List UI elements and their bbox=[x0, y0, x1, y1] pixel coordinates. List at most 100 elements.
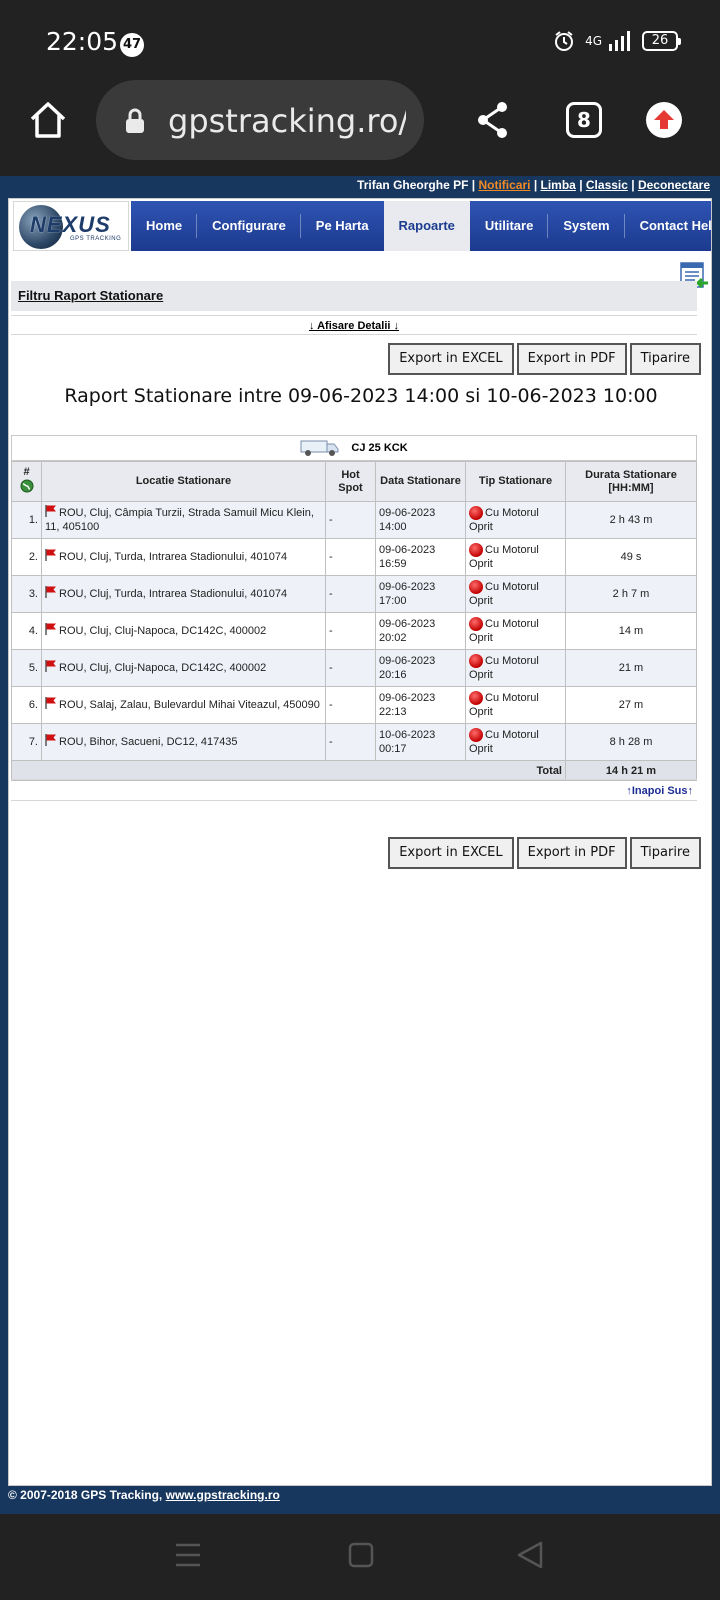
nav-pe-harta[interactable]: Pe Harta bbox=[301, 201, 384, 251]
alarm-icon bbox=[555, 31, 574, 51]
table-row[interactable]: 3. ROU, Cluj, Turda, Intrarea Stadionului… bbox=[11, 575, 697, 613]
share-icon[interactable] bbox=[475, 100, 511, 140]
user-name: Trifan Gheorghe PF bbox=[357, 178, 469, 192]
export-buttons-top: Export in EXCEL Export in PDF Tiparire bbox=[388, 343, 701, 375]
row-location[interactable]: ROU, Cluj, Cluj-Napoca, DC142C, 400002 bbox=[41, 649, 326, 687]
vehicle-row: CJ 25 KCK bbox=[11, 435, 697, 461]
row-duration: 2 h 7 m bbox=[565, 575, 697, 613]
header-durata[interactable]: Durata Stationare [HH:MM] bbox=[565, 461, 697, 502]
nav-utilitare[interactable]: Utilitare bbox=[470, 201, 549, 251]
row-location[interactable]: ROU, Cluj, Turda, Intrarea Stadionului, … bbox=[41, 575, 326, 613]
stop-icon bbox=[469, 580, 483, 594]
url-bar[interactable]: gpstracking.ro/rc bbox=[96, 80, 424, 160]
row-number: 6. bbox=[11, 686, 42, 724]
row-location[interactable]: ROU, Cluj, Cluj-Napoca, DC142C, 400002 bbox=[41, 612, 326, 650]
tab-count-button[interactable]: 8 bbox=[566, 102, 602, 138]
row-number: 1. bbox=[11, 501, 42, 539]
report-title: Raport Stationare intre 09-06-2023 14:00… bbox=[64, 385, 658, 407]
truck-icon bbox=[300, 440, 339, 457]
header-hot-spot[interactable]: Hot Spot bbox=[325, 461, 376, 502]
site-header: NEXUS GPS TRACKING Home Configurare Pe H… bbox=[11, 201, 711, 251]
row-type: Cu Motorul Oprit bbox=[465, 649, 566, 687]
row-date: 09-06-2023 20:16 bbox=[375, 649, 466, 687]
globe-icon bbox=[20, 479, 33, 493]
table-row[interactable]: 2. ROU, Cluj, Turda, Intrarea Stadionului… bbox=[11, 538, 697, 576]
table-row[interactable]: 6. ROU, Salaj, Zalau, Bulevardul Mihai Vi… bbox=[11, 686, 697, 724]
row-type: Cu Motorul Oprit bbox=[465, 575, 566, 613]
main-nav: Home Configurare Pe Harta Rapoarte Utili… bbox=[131, 201, 711, 251]
footer-link[interactable]: www.gpstracking.ro bbox=[166, 1488, 280, 1502]
nav-home[interactable]: Home bbox=[131, 201, 198, 251]
row-date: 09-06-2023 16:59 bbox=[375, 538, 466, 576]
row-location[interactable]: ROU, Cluj, Câmpia Turzii, Strada Samuil … bbox=[41, 501, 326, 539]
export-pdf-button[interactable]: Export in PDF bbox=[516, 837, 627, 869]
export-buttons-bottom: Export in EXCEL Export in PDF Tiparire bbox=[388, 837, 701, 869]
nav-system[interactable]: System bbox=[548, 201, 625, 251]
red-flag-icon bbox=[45, 623, 56, 635]
print-button[interactable]: Tiparire bbox=[629, 837, 701, 869]
red-flag-icon bbox=[45, 586, 56, 598]
lock-icon bbox=[126, 108, 144, 133]
update-button[interactable] bbox=[646, 102, 682, 138]
filter-report-bar[interactable]: Filtru Raport Stationare bbox=[11, 281, 697, 311]
menu-icon[interactable] bbox=[174, 1542, 202, 1568]
logo-subtitle: GPS TRACKING bbox=[70, 236, 122, 242]
stationary-report-table: # Locatie Stationare Hot Spot Data Statio… bbox=[11, 461, 697, 781]
home-square-icon[interactable] bbox=[348, 1542, 374, 1568]
back-icon[interactable] bbox=[516, 1540, 544, 1570]
show-details-row[interactable]: ↓ Afisare Detalii ↓ bbox=[11, 315, 697, 335]
nexus-logo[interactable]: NEXUS GPS TRACKING bbox=[13, 201, 129, 251]
notificari-link[interactable]: Notificari bbox=[478, 178, 530, 192]
header-tip[interactable]: Tip Stationare bbox=[465, 461, 566, 502]
row-type: Cu Motorul Oprit bbox=[465, 612, 566, 650]
header-locatie[interactable]: Locatie Stationare bbox=[41, 461, 326, 502]
deconectare-link[interactable]: Deconectare bbox=[638, 178, 710, 192]
row-hot-spot: - bbox=[325, 538, 376, 576]
row-type: Cu Motorul Oprit bbox=[465, 538, 566, 576]
arrow-up-icon bbox=[654, 110, 674, 129]
header-data[interactable]: Data Stationare bbox=[375, 461, 466, 502]
table-row[interactable]: 4. ROU, Cluj, Cluj-Napoca, DC142C, 400002… bbox=[11, 612, 697, 650]
row-hot-spot: - bbox=[325, 501, 376, 539]
notification-count-badge: 47 bbox=[120, 33, 144, 57]
row-hot-spot: - bbox=[325, 649, 376, 687]
stop-icon bbox=[469, 617, 483, 631]
status-bar: 22:05 47 4G 26 bbox=[0, 0, 720, 86]
export-pdf-button[interactable]: Export in PDF bbox=[516, 343, 627, 375]
status-icons: 4G 26 bbox=[553, 30, 681, 52]
row-hot-spot: - bbox=[325, 723, 376, 761]
row-location[interactable]: ROU, Salaj, Zalau, Bulevardul Mihai Vite… bbox=[41, 686, 326, 724]
logo-text: NEXUS bbox=[30, 212, 111, 237]
back-to-top-link[interactable]: ↑Inapoi Sus↑ bbox=[626, 785, 693, 797]
header-num[interactable]: # bbox=[11, 461, 42, 502]
classic-link[interactable]: Classic bbox=[586, 178, 628, 192]
row-date: 09-06-2023 17:00 bbox=[375, 575, 466, 613]
table-row[interactable]: 5. ROU, Cluj, Cluj-Napoca, DC142C, 400002… bbox=[11, 649, 697, 687]
row-location[interactable]: ROU, Bihor, Sacueni, DC12, 417435 bbox=[41, 723, 326, 761]
table-row[interactable]: 1. ROU, Cluj, Câmpia Turzii, Strada Samui… bbox=[11, 501, 697, 539]
table-row[interactable]: 7. ROU, Bihor, Sacueni, DC12, 417435-10-0… bbox=[11, 723, 697, 761]
red-flag-icon bbox=[45, 734, 56, 746]
row-number: 7. bbox=[11, 723, 42, 761]
total-value: 14 h 21 m bbox=[565, 760, 697, 781]
print-button[interactable]: Tiparire bbox=[629, 343, 701, 375]
row-duration: 49 s bbox=[565, 538, 697, 576]
nav-contact-helpdesk[interactable]: Contact Helpdesk bbox=[625, 201, 711, 251]
total-row: Total 14 h 21 m bbox=[11, 760, 697, 781]
export-excel-button[interactable]: Export in EXCEL bbox=[388, 343, 514, 375]
export-excel-button[interactable]: Export in EXCEL bbox=[388, 837, 514, 869]
total-label: Total bbox=[11, 760, 566, 781]
page-footer: © 2007-2018 GPS Tracking, www.gpstrackin… bbox=[8, 1488, 280, 1502]
home-icon[interactable] bbox=[28, 100, 68, 140]
row-number: 5. bbox=[11, 649, 42, 687]
back-to-top-row: ↑Inapoi Sus↑ bbox=[11, 779, 697, 801]
nav-configurare[interactable]: Configurare bbox=[197, 201, 301, 251]
stop-icon bbox=[469, 654, 483, 668]
battery-icon: 26 bbox=[642, 31, 681, 51]
red-flag-icon bbox=[45, 549, 56, 561]
limba-link[interactable]: Limba bbox=[541, 178, 576, 192]
nav-rapoarte[interactable]: Rapoarte bbox=[383, 201, 470, 251]
show-details-link[interactable]: ↓ Afisare Detalii ↓ bbox=[309, 320, 399, 332]
filter-title[interactable]: Filtru Raport Stationare bbox=[18, 288, 163, 303]
row-location[interactable]: ROU, Cluj, Turda, Intrarea Stadionului, … bbox=[41, 538, 326, 576]
